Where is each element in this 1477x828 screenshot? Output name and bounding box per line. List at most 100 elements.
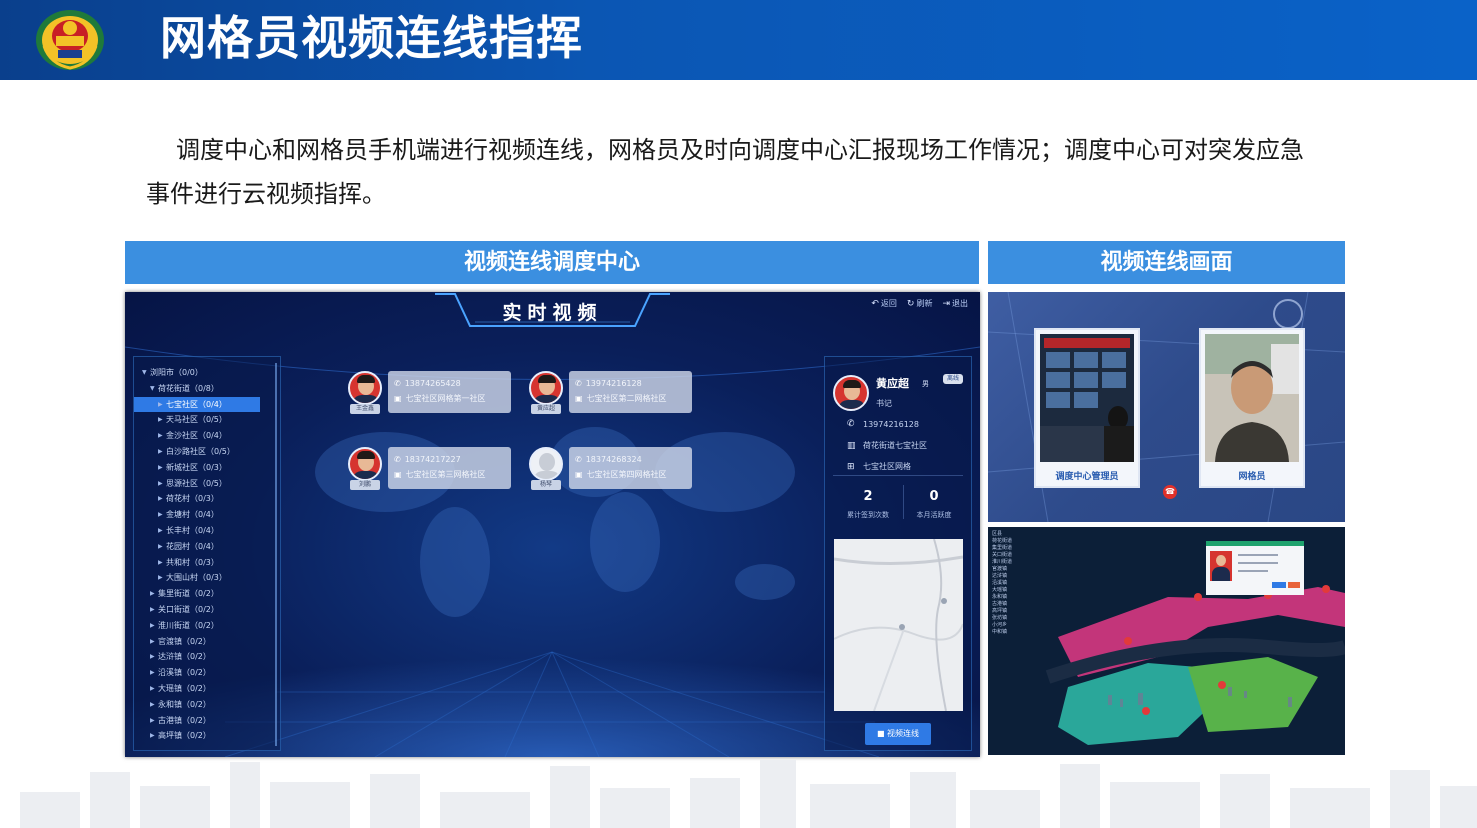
tree-item[interactable]: ▶ 金塘村（0/4） [134, 507, 219, 522]
avatar: 王金鑫 [346, 371, 384, 415]
detail-name: 黄应超 [876, 377, 909, 390]
header-bar: 网格员视频连线指挥 [0, 0, 1477, 80]
tree-item[interactable]: ▶ 思源社区（0/5） [134, 476, 227, 491]
caret-right-icon[interactable]: ▶ [158, 432, 166, 439]
tree-item[interactable]: ▶ 共和村（0/3） [134, 555, 219, 570]
tree-item[interactable]: ▶ 永和镇（0/2） [134, 697, 211, 712]
person-info: ✆ 13974216128 ▣ 七宝社区第二网格社区 [569, 371, 692, 413]
caret-right-icon[interactable]: ▶ [150, 653, 158, 660]
section-label-dispatch: 视频连线调度中心 [125, 241, 979, 284]
tree-item[interactable]: ▶ 达浒镇（0/2） [134, 649, 211, 664]
caret-right-icon[interactable]: ▶ [158, 416, 166, 423]
tree-item[interactable]: ▶ 沿溪镇（0/2） [134, 665, 211, 680]
caret-right-icon[interactable]: ▶ [158, 401, 166, 408]
district-list-item[interactable]: 古港镇 [992, 601, 1054, 608]
tree-item[interactable]: ▶ 新城社区（0/3） [134, 460, 227, 475]
tree-item-label: 永和镇（0/2） [158, 699, 211, 709]
tree-item[interactable]: ▶ 集里街道（0/2） [134, 586, 219, 601]
district-list-item[interactable]: 张坊镇 [992, 615, 1054, 622]
district-list-item[interactable]: 中和镇 [992, 629, 1054, 636]
caret-right-icon[interactable]: ▶ [150, 622, 158, 629]
caret-right-icon[interactable]: ▶ [158, 511, 166, 518]
tree-item[interactable]: ▼ 荷花街道（0/8） [134, 381, 219, 396]
caret-down-icon[interactable]: ▼ [150, 385, 158, 392]
tree-item[interactable]: ▼ 浏阳市（0/0） [134, 365, 203, 380]
back-button[interactable]: ↶ 返回 [871, 298, 897, 309]
district-list-item[interactable]: 沿溪镇 [992, 580, 1054, 587]
tree-item[interactable]: ▶ 关口街道（0/2） [134, 602, 219, 617]
tree-item[interactable]: ▶ 花园村（0/4） [134, 539, 219, 554]
district-list-item[interactable]: 永和镇 [992, 594, 1054, 601]
district-list-item[interactable]: 荷花街道 [992, 538, 1054, 545]
exit-button[interactable]: ⇥ 退出 [942, 298, 968, 309]
district-list-item[interactable]: 大瑶镇 [992, 587, 1054, 594]
tree-item[interactable]: ▶ 高坪镇（0/2） [134, 728, 211, 743]
caret-right-icon[interactable]: ▶ [150, 669, 158, 676]
building-icon: ▣ [394, 470, 402, 479]
caret-right-icon[interactable]: ▶ [158, 480, 166, 487]
video-camera-icon: ■ [876, 729, 888, 738]
caret-right-icon[interactable]: ▶ [150, 701, 158, 708]
caret-right-icon[interactable]: ▶ [150, 732, 158, 739]
avatar: 黄应超 [527, 371, 565, 415]
tree-item-label: 古港镇（0/2） [158, 715, 211, 725]
video-connect-button[interactable]: ■ 视频连线 [865, 723, 931, 745]
tree-item[interactable]: ▶ 官渡镇（0/2） [134, 634, 211, 649]
caret-right-icon[interactable]: ▶ [158, 543, 166, 550]
intro-paragraph: 调度中心和网格员手机端进行视频连线，网格员及时向调度中心汇报现场工作情况；调度中… [146, 136, 1304, 208]
building-icon: ▣ [575, 470, 583, 479]
tree-item-label: 荷花村（0/3） [166, 494, 219, 504]
grid-icon: ⊞ [847, 461, 855, 472]
caret-right-icon[interactable]: ▶ [158, 495, 166, 502]
caret-right-icon[interactable]: ▶ [150, 606, 158, 613]
location-map[interactable] [834, 539, 963, 711]
tree-item[interactable]: ▶ 长丰村（0/4） [134, 523, 219, 538]
tree-item[interactable]: ▶ 古港镇（0/2） [134, 713, 211, 728]
tree-item-label: 大瑶镇（0/2） [158, 684, 211, 693]
district-list-item[interactable]: 达浒镇 [992, 573, 1054, 580]
district-list-item[interactable]: 小河乡 [992, 622, 1054, 629]
popup-call-button[interactable] [1288, 582, 1300, 588]
caret-right-icon[interactable]: ▶ [158, 574, 166, 581]
tree-item[interactable]: ▶ 荷花村（0/3） [134, 491, 219, 506]
caret-right-icon[interactable]: ▶ [150, 685, 158, 692]
city-skyline-decoration [20, 760, 1477, 828]
tree-item-label: 新城社区（0/3） [166, 462, 227, 472]
tree-scrollbar[interactable] [275, 363, 277, 746]
tree-item[interactable]: ▶ 白沙路社区（0/5） [134, 444, 235, 459]
district-list-item[interactable]: 官渡镇 [992, 566, 1054, 573]
tree-item[interactable]: ▶ 大瑶镇（0/2） [134, 681, 211, 696]
tree-item-label: 荷花街道（0/8） [158, 383, 219, 393]
grid-member-video-frame [1205, 334, 1299, 462]
caret-right-icon[interactable]: ▶ [158, 448, 166, 455]
video-tile-dispatcher[interactable]: 调度中心管理员 [1034, 328, 1140, 488]
caret-right-icon[interactable]: ▶ [158, 464, 166, 471]
refresh-button[interactable]: ↻ 刷新 [907, 298, 933, 309]
district-list-item[interactable]: 淮川街道 [992, 559, 1054, 566]
caret-right-icon[interactable]: ▶ [158, 527, 166, 534]
district-list-item[interactable]: 关口街道 [992, 552, 1054, 559]
tree-item[interactable]: ▶ 大围山村（0/3） [134, 570, 227, 585]
caret-right-icon[interactable]: ▶ [158, 559, 166, 566]
tree-item-label: 官渡镇（0/2） [158, 636, 211, 646]
video-tile-grid-member[interactable]: 网格员 [1199, 328, 1305, 488]
person-info: ✆ 18374217227 ▣ 七宝社区第三网格社区 [388, 447, 511, 489]
phone-icon: ✆ [847, 419, 855, 429]
district-list-item[interactable]: 区县 [992, 531, 1054, 538]
hangup-button[interactable]: ☎ [1163, 485, 1177, 499]
caret-right-icon[interactable]: ▶ [150, 638, 158, 645]
top-actions: ↶ 返回 ↻ 刷新 ⇥ 退出 [871, 298, 968, 309]
page-title: 网格员视频连线指挥 [160, 11, 583, 65]
person-name: 杨琴 [531, 480, 561, 490]
caret-right-icon[interactable]: ▶ [150, 590, 158, 597]
avatar: 杨琴 [527, 447, 565, 491]
district-list-item[interactable]: 集里街道 [992, 545, 1054, 552]
popup-video-button[interactable] [1272, 582, 1286, 588]
caret-right-icon[interactable]: ▶ [150, 717, 158, 724]
tree-item[interactable]: ▶ 天马社区（0/5） [134, 412, 227, 427]
caret-down-icon[interactable]: ▼ [142, 369, 150, 376]
tree-item[interactable]: ▶ 七宝社区（0/4） [134, 396, 260, 412]
tree-item[interactable]: ▶ 金沙社区（0/4） [134, 428, 227, 443]
district-list-item[interactable]: 高坪镇 [992, 608, 1054, 615]
tree-item[interactable]: ▶ 淮川街道（0/2） [134, 618, 219, 633]
